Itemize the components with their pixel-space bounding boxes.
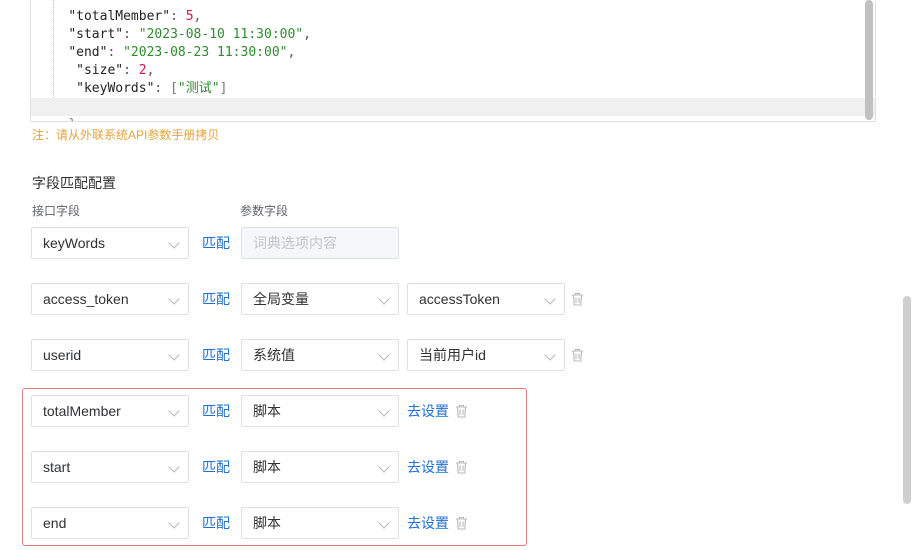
code-line: "start": "2023-08-10 11:30:00", [31,26,865,44]
code-value: "测试" [177,81,220,96]
code-key: "keyWords" [76,81,155,96]
code-sep: : [107,45,124,60]
match-link[interactable]: 匹配 [202,227,230,259]
chevron-down-icon [378,293,390,305]
code-line: "keyWords": ["测试"] [31,80,865,98]
code-key: "start" [68,27,124,42]
interface-field-value: userid [43,347,82,363]
param-type-select[interactable]: 全局变量 [241,283,399,315]
match-link[interactable]: 匹配 [202,283,230,315]
match-link[interactable]: 匹配 [202,339,230,371]
code-value: 5 [185,9,194,24]
param-value: 当前用户id [419,347,486,363]
param-type-value: 全局变量 [253,291,309,307]
code-line: "size": 2, [31,62,865,80]
param-value: accessToken [419,291,500,307]
interface-field-value: keyWords [43,235,105,251]
param-type-select[interactable]: 系统值 [241,339,399,371]
chevron-down-icon [378,349,390,361]
mapping-row: userid 匹配 系统值 当前用户id [0,339,700,371]
code-value: 2 [138,63,147,78]
code-key: "totalMember" [68,9,171,24]
param-type-value: 系统值 [253,347,295,363]
code-line: "totalMember": 5, [31,8,865,26]
chevron-down-icon [168,349,180,361]
code-key: "size" [76,63,124,78]
interface-field-value: access_token [43,291,129,307]
delete-row-trash-icon[interactable] [571,292,584,306]
api-note: 注：请从外联系统API参数手册拷贝 [32,128,220,142]
highlight-box [22,388,527,546]
chevron-down-icon [168,293,180,305]
code-sep: : [170,9,186,24]
code-sep: : [123,63,139,78]
param-value-select[interactable]: 当前用户id [407,339,565,371]
delete-row-trash-icon[interactable] [571,348,584,362]
code-value: "2023-08-10 11:30:00" [138,27,304,42]
param-field-label: 参数字段 [240,204,289,218]
chevron-down-icon [544,349,556,361]
page-scrollbar[interactable] [903,296,911,504]
mapping-row: access_token 匹配 全局变量 accessToken [0,283,700,315]
closing-brace: } [68,117,76,121]
code-trailing-comma: , [303,27,311,42]
code-line: "end": "2023-08-23 11:30:00", [31,44,865,62]
interface-field-label: 接口字段 [32,204,81,218]
dictionary-option-input: 词典选项内容 [241,227,399,259]
interface-field-select[interactable]: keyWords [31,227,189,259]
code-trailing-comma: , [287,45,296,60]
code-sep: : [154,81,171,96]
code-key: "end" [68,45,108,60]
code-editor[interactable]: "totalMember": 5, "start": "2023-08-10 1… [30,0,876,122]
dictionary-option-placeholder: 词典选项内容 [253,235,337,251]
interface-field-select[interactable]: access_token [31,283,189,315]
param-value-select[interactable]: accessToken [407,283,565,315]
code-trailing-comma: , [146,63,155,78]
code-sep: : [123,27,139,42]
code-trailing-comma: , [193,9,202,24]
code-scrollbar[interactable] [865,0,873,120]
code-value: "2023-08-23 11:30:00" [123,45,288,60]
code-bracket-open: [ [170,81,178,96]
interface-field-select[interactable]: userid [31,339,189,371]
chevron-down-icon [168,237,180,249]
code-bracket-close: ] [219,81,228,96]
section-title: 字段匹配配置 [32,175,116,191]
mapping-row: keyWords 匹配 词典选项内容 [0,227,700,259]
chevron-down-icon [544,293,556,305]
code-line-closing: } [31,98,875,121]
